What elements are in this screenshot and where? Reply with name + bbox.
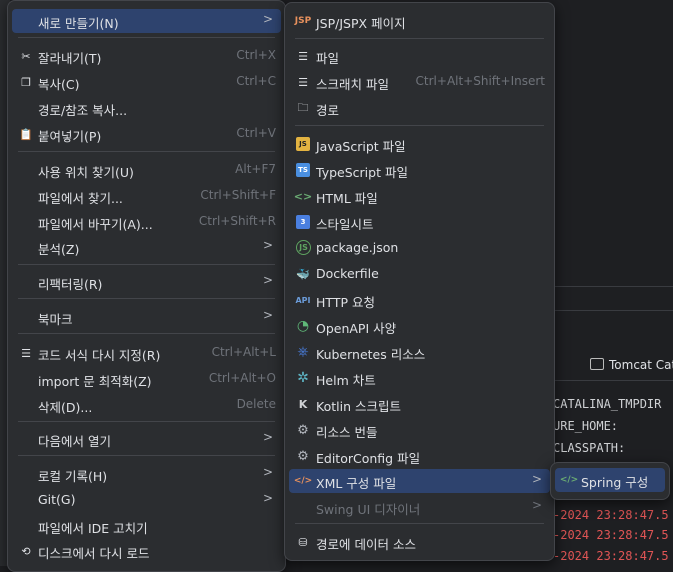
menu-item-analyze[interactable]: 분석(Z) > <box>12 235 281 259</box>
separator <box>18 421 275 422</box>
submenu-item-package-json[interactable]: JS package.json <box>289 236 550 260</box>
menu-item-bookmarks[interactable]: 북마크 > <box>12 305 281 329</box>
separator <box>18 455 275 456</box>
xml-config-submenu: </> Spring 구성 <box>550 462 670 500</box>
log-line: CLASSPATH: <box>553 441 626 455</box>
chevron-right-icon: > <box>262 273 273 287</box>
new-submenu: JSP JSP/JSPX 페이지 ☰ 파일 ☰ 스크래치 파일 Ctrl+Alt+Shi… <box>284 2 555 561</box>
submenu-item-stylesheet[interactable]: 3 스타일시트 <box>289 210 550 234</box>
separator <box>18 151 275 152</box>
log-line: -2024 23:28:47.5 <box>553 549 669 563</box>
menu-item-reformat-code[interactable]: ☰ 코드 서식 다시 지정(R) Ctrl+Alt+L <box>12 341 281 365</box>
jsp-icon: JSP <box>294 16 312 26</box>
separator <box>18 333 275 334</box>
submenu-item-dockerfile[interactable]: 🐳 Dockerfile <box>289 262 550 286</box>
paste-icon: 📋 <box>19 127 33 141</box>
chevron-right-icon: > <box>262 12 273 26</box>
separator <box>18 298 275 299</box>
javascript-icon: JS <box>296 137 310 151</box>
menu-item-cut[interactable]: ✂ 잘라내기(T) Ctrl+X <box>12 44 281 68</box>
divider <box>553 310 673 311</box>
submenu-item-scratch-file[interactable]: ☰ 스크래치 파일 Ctrl+Alt+Shift+Insert <box>289 70 550 94</box>
folder-icon: 🗀 <box>297 100 309 114</box>
menu-item-fix-ide[interactable]: 파일에서 IDE 고치기 <box>12 514 281 538</box>
scratch-file-icon: ☰ <box>298 75 308 89</box>
scissors-icon: ✂ <box>21 49 31 63</box>
openapi-icon: ◔ <box>296 318 310 334</box>
chevron-right-icon: > <box>531 472 542 486</box>
menu-item-paste[interactable]: 📋 붙여넣기(P) Ctrl+V <box>12 122 281 146</box>
log-line: -2024 23:28:47.5 <box>553 508 669 522</box>
menu-item-copy[interactable]: ❐ 복사(C) Ctrl+C <box>12 70 281 94</box>
tab-tomcat[interactable]: Tomcat Cat <box>590 358 673 372</box>
menu-item-find-usages[interactable]: 사용 위치 찾기(U) Alt+F7 <box>12 158 281 182</box>
kotlin-icon: K <box>298 397 308 411</box>
log-line: -2024 23:28:47.5 <box>553 528 669 542</box>
submenu-item-jsp[interactable]: JSP JSP/JSPX 페이지 <box>289 9 550 33</box>
divider <box>553 380 673 381</box>
menu-item-find-in-files[interactable]: 파일에서 찾기... Ctrl+Shift+F <box>12 184 281 208</box>
reformat-icon: ☰ <box>21 346 31 360</box>
submenu-item-xml-config[interactable]: </> XML 구성 파일 > <box>289 469 550 493</box>
helm-icon: ✲ <box>297 370 309 386</box>
chevron-right-icon: > <box>262 308 273 322</box>
file-icon: ☰ <box>298 49 308 63</box>
submenu-item-swing-ui-designer[interactable]: Swing UI 디자이너 > <box>289 495 550 519</box>
separator <box>18 264 275 265</box>
submenu-item-data-source[interactable]: ⛁ 경로에 데이터 소스 <box>289 530 550 554</box>
chevron-right-icon: > <box>262 238 273 252</box>
chevron-right-icon: > <box>262 430 273 444</box>
typescript-icon: TS <box>296 163 310 177</box>
chevron-right-icon: > <box>262 491 273 505</box>
menu-item-reload-from-disk[interactable]: ⟲ 디스크에서 다시 로드 <box>12 539 281 563</box>
separator <box>295 125 544 126</box>
menu-item-local-history[interactable]: 로컬 기록(H) > <box>12 462 281 486</box>
gear-icon: ⚙ <box>297 422 309 438</box>
submenu-item-directory[interactable]: 🗀 경로 <box>289 96 550 120</box>
submenu-item-kubernetes[interactable]: ⎈ Kubernetes 리소스 <box>289 340 550 364</box>
submenu-item-helm[interactable]: ✲ Helm 차트 <box>289 366 550 390</box>
submenu-item-spring-config[interactable]: </> Spring 구성 <box>555 468 665 492</box>
nodejs-icon: JS <box>296 240 311 255</box>
docker-icon: 🐳 <box>296 267 310 281</box>
spring-xml-icon: </> <box>559 475 579 485</box>
separator <box>18 37 275 38</box>
submenu-item-javascript[interactable]: JS JavaScript 파일 <box>289 132 550 156</box>
menu-item-refactor[interactable]: 리팩터링(R) > <box>12 270 281 294</box>
copy-icon: ❐ <box>21 75 31 89</box>
submenu-item-openapi[interactable]: ◔ OpenAPI 사양 <box>289 314 550 338</box>
menu-item-replace-in-files[interactable]: 파일에서 바꾸기(A)... Ctrl+Shift+R <box>12 210 281 234</box>
submenu-item-http-request[interactable]: API HTTP 요청 <box>289 288 550 312</box>
divider <box>553 286 673 287</box>
api-icon: API <box>295 295 311 305</box>
menu-item-delete[interactable]: 삭제(D)... Delete <box>12 393 281 417</box>
submenu-item-file[interactable]: ☰ 파일 <box>289 44 550 68</box>
xml-icon: </> <box>293 476 313 486</box>
submenu-item-typescript[interactable]: TS TypeScript 파일 <box>289 158 550 182</box>
menu-item-copy-path[interactable]: 경로/참조 복사... <box>12 96 281 120</box>
menu-item-new[interactable]: 새로 만들기(N) > <box>12 9 281 33</box>
kubernetes-icon: ⎈ <box>297 344 309 360</box>
console-icon <box>590 358 604 370</box>
separator <box>295 38 544 39</box>
menu-item-open-in[interactable]: 다음에서 열기 > <box>12 427 281 451</box>
chevron-right-icon: > <box>531 498 542 512</box>
html-icon: <> <box>293 189 313 203</box>
gear-icon: ⚙ <box>297 448 309 464</box>
submenu-item-html[interactable]: <> HTML 파일 <box>289 184 550 208</box>
separator <box>295 523 544 524</box>
menu-item-git[interactable]: Git(G) > <box>12 488 281 512</box>
database-icon: ⛁ <box>298 535 308 549</box>
submenu-item-kotlin-script[interactable]: K Kotlin 스크립트 <box>289 392 550 416</box>
log-line: URE_HOME: <box>553 419 619 433</box>
css-icon: 3 <box>296 215 310 229</box>
submenu-item-editorconfig[interactable]: ⚙ EditorConfig 파일 <box>289 444 550 468</box>
reload-icon: ⟲ <box>21 544 31 558</box>
log-line: CATALINA_TMPDIR <box>553 397 662 411</box>
context-menu: 새로 만들기(N) > ✂ 잘라내기(T) Ctrl+X ❐ 복사(C) Ctrl+C 경… <box>7 0 286 572</box>
menu-item-optimize-imports[interactable]: import 문 최적화(Z) Ctrl+Alt+O <box>12 367 281 391</box>
submenu-item-resource-bundle[interactable]: ⚙ 리소스 번들 <box>289 418 550 442</box>
chevron-right-icon: > <box>262 465 273 479</box>
